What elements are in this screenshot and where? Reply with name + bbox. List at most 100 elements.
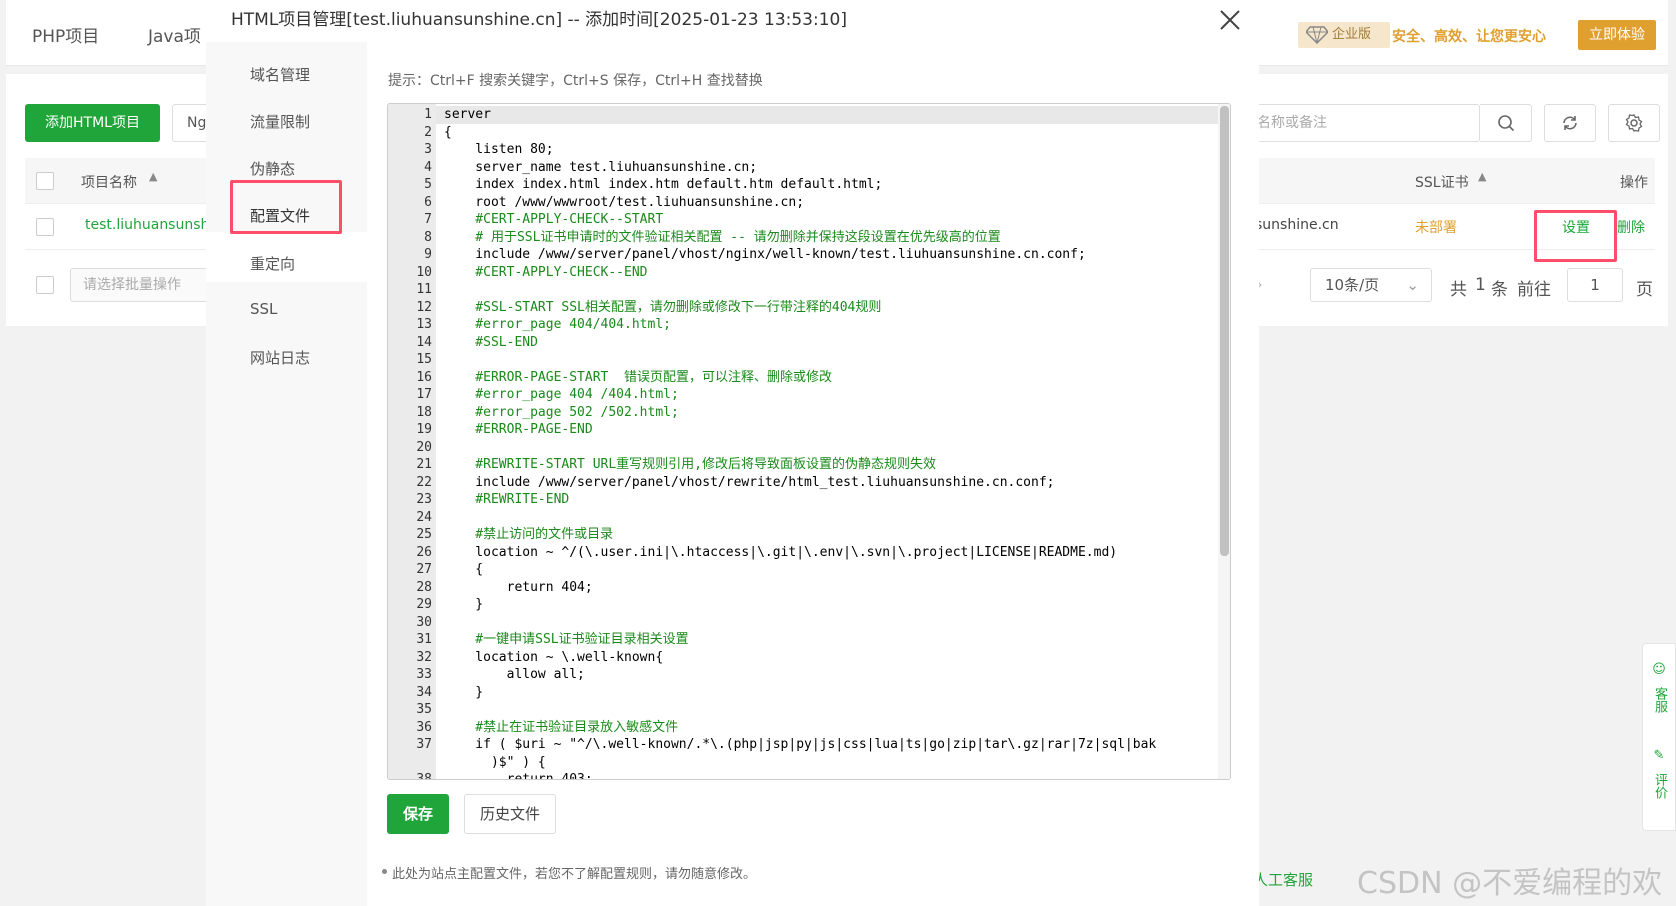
code-text[interactable]: #CERT-APPLY-CHECK--END: [444, 264, 647, 282]
sidebar-item-domain[interactable]: 域名管理: [250, 64, 310, 85]
code-text[interactable]: include /www/server/panel/vhost/rewrite/…: [444, 474, 1054, 492]
code-text[interactable]: #error_page 404/404.html;: [444, 316, 671, 334]
code-line[interactable]: 26 location ~ ^/(\.user.ini|\.htaccess|\…: [388, 544, 1218, 562]
code-text[interactable]: if ( $uri ~ "^/\.well-known/.*\.(php|jsp…: [444, 736, 1156, 754]
search-button[interactable]: [1480, 104, 1532, 142]
settings-button[interactable]: [1608, 104, 1660, 142]
code-line[interactable]: 9 include /www/server/panel/vhost/nginx/…: [388, 246, 1218, 264]
refresh-button[interactable]: [1544, 104, 1596, 142]
sort-icon[interactable]: ▲: [149, 170, 157, 183]
try-now-button[interactable]: 立即体验: [1578, 20, 1656, 50]
search-input[interactable]: 名称或备注: [1248, 104, 1480, 142]
float-review-label[interactable]: 评价: [1651, 766, 1667, 806]
code-text[interactable]: #ERROR-PAGE-END: [444, 421, 592, 439]
row-checkbox[interactable]: [36, 218, 54, 236]
batch-checkbox[interactable]: [36, 276, 54, 294]
project-name-link[interactable]: test.liuhuansunsh: [85, 217, 209, 233]
save-button[interactable]: 保存: [387, 794, 449, 834]
code-text[interactable]: include /www/server/panel/vhost/nginx/we…: [444, 246, 1086, 264]
code-text[interactable]: allow all;: [444, 666, 585, 684]
column-ssl[interactable]: SSL证书: [1415, 172, 1469, 192]
code-line[interactable]: 10 #CERT-APPLY-CHECK--END: [388, 264, 1218, 282]
code-text[interactable]: location ~ \.well-known{: [444, 649, 663, 667]
close-icon[interactable]: [1216, 6, 1244, 34]
history-file-button[interactable]: 历史文件: [464, 794, 556, 834]
code-text[interactable]: {: [444, 561, 483, 579]
code-line[interactable]: 8 # 用于SSL证书申请时的文件验证相关配置 -- 请勿删除并保持这段设置在优…: [388, 229, 1218, 247]
code-text[interactable]: #error_page 404 /404.html;: [444, 386, 679, 404]
code-line[interactable]: 34 }: [388, 684, 1218, 702]
delete-link[interactable]: 删除: [1617, 217, 1645, 237]
code-line[interactable]: 14 #SSL-END: [388, 334, 1218, 352]
sidebar-item-ssl[interactable]: SSL: [250, 300, 277, 318]
sidebar-item-log[interactable]: 网站日志: [250, 347, 310, 368]
code-text[interactable]: }: [444, 596, 483, 614]
code-text[interactable]: #SSL-START SSL相关配置，请勿删除或修改下一行带注释的404规则: [444, 299, 881, 317]
code-line[interactable]: 13 #error_page 404/404.html;: [388, 316, 1218, 334]
sidebar-item-redirect[interactable]: 重定向: [250, 253, 295, 274]
tab-java[interactable]: Java项: [148, 22, 201, 47]
sidebar-item-rewrite[interactable]: 伪静态: [250, 158, 295, 179]
code-line[interactable]: 17 #error_page 404 /404.html;: [388, 386, 1218, 404]
code-editor[interactable]: 1 server 2{3 listen 80; 4 server_name test.…: [387, 103, 1231, 780]
code-line[interactable]: 7 #CERT-APPLY-CHECK--START: [388, 211, 1218, 229]
edit-icon[interactable]: ✎: [1643, 748, 1675, 764]
code-line[interactable]: 4 server_name test.liuhuansunshine.cn;: [388, 159, 1218, 177]
code-line[interactable]: 5 index index.html index.htm default.htm…: [388, 176, 1218, 194]
code-text[interactable]: return 403;: [444, 771, 593, 779]
code-line[interactable]: 19 #ERROR-PAGE-END: [388, 421, 1218, 439]
code-line[interactable]: 1 server: [388, 106, 1218, 124]
code-text[interactable]: }: [444, 684, 483, 702]
code-text[interactable]: # 用于SSL证书申请时的文件验证相关配置 -- 请勿删除并保持这段设置在优先级…: [444, 229, 1000, 247]
code-line[interactable]: 2{: [388, 124, 1218, 142]
code-text[interactable]: listen 80;: [444, 141, 553, 159]
code-line[interactable]: 23 #REWRITE-END: [388, 491, 1218, 509]
service-icon[interactable]: ☺: [1643, 662, 1675, 678]
code-line[interactable]: )$" ) {: [388, 754, 1218, 772]
float-service-label[interactable]: 客服: [1651, 680, 1667, 720]
code-line[interactable]: 27 {: [388, 561, 1218, 579]
code-text[interactable]: )$" ) {: [444, 754, 546, 772]
code-text[interactable]: #error_page 502 /502.html;: [444, 404, 679, 422]
code-line[interactable]: 33 allow all;: [388, 666, 1218, 684]
code-text[interactable]: #REWRITE-END: [444, 491, 569, 509]
code-line[interactable]: 21 #REWRITE-START URL重写规则引用,修改后将导致面板设置的伪…: [388, 456, 1218, 474]
code-line[interactable]: 22 include /www/server/panel/vhost/rewri…: [388, 474, 1218, 492]
sidebar-item-traffic[interactable]: 流量限制: [250, 111, 310, 132]
tab-php[interactable]: PHP项目: [32, 22, 99, 47]
code-text[interactable]: return 404;: [444, 579, 593, 597]
code-line[interactable]: 25 #禁止访问的文件或目录: [388, 526, 1218, 544]
code-line[interactable]: 18 #error_page 502 /502.html;: [388, 404, 1218, 422]
add-html-project-button[interactable]: 添加HTML项目: [25, 104, 160, 142]
code-line[interactable]: 11: [388, 281, 1218, 299]
select-all-checkbox[interactable]: [36, 172, 54, 190]
code-line[interactable]: 3 listen 80;: [388, 141, 1218, 159]
code-text[interactable]: #禁止在证书验证目录放入敏感文件: [444, 719, 678, 737]
code-text[interactable]: #REWRITE-START URL重写规则引用,修改后将导致面板设置的伪静态规…: [444, 456, 936, 474]
code-line[interactable]: 24: [388, 509, 1218, 527]
code-line[interactable]: 36 #禁止在证书验证目录放入敏感文件: [388, 719, 1218, 737]
code-line[interactable]: 12 #SSL-START SSL相关配置，请勿删除或修改下一行带注释的404规…: [388, 299, 1218, 317]
code-line[interactable]: 32 location ~ \.well-known{: [388, 649, 1218, 667]
service-link[interactable]: 人工客服: [1253, 869, 1313, 890]
column-project-name[interactable]: 项目名称: [81, 172, 137, 192]
code-text[interactable]: #一键申请SSL证书验证目录相关设置: [444, 631, 688, 649]
code-line[interactable]: 15: [388, 351, 1218, 369]
code-line[interactable]: 29 }: [388, 596, 1218, 614]
code-line[interactable]: 28 return 404;: [388, 579, 1218, 597]
code-line[interactable]: 30: [388, 614, 1218, 632]
code-line[interactable]: 37 if ( $uri ~ "^/\.well-known/.*\.(php|…: [388, 736, 1218, 754]
code-text[interactable]: root /www/wwwroot/test.liuhuansunshine.c…: [444, 194, 804, 212]
code-line[interactable]: 38 return 403;: [388, 771, 1218, 779]
code-line[interactable]: 35: [388, 701, 1218, 719]
code-line[interactable]: 31 #一键申请SSL证书验证目录相关设置: [388, 631, 1218, 649]
page-size-select[interactable]: 10条/页 ⌄: [1310, 268, 1432, 302]
editor-scrollbar[interactable]: [1218, 104, 1230, 779]
code-text[interactable]: #SSL-END: [444, 334, 538, 352]
code-text[interactable]: #禁止访问的文件或目录: [444, 526, 613, 544]
code-text[interactable]: #CERT-APPLY-CHECK--START: [444, 211, 663, 229]
code-text[interactable]: index index.html index.htm default.htm d…: [444, 176, 882, 194]
code-text[interactable]: server: [444, 106, 491, 124]
code-text[interactable]: {: [444, 124, 452, 142]
code-text[interactable]: server_name test.liuhuansunshine.cn;: [444, 159, 757, 177]
